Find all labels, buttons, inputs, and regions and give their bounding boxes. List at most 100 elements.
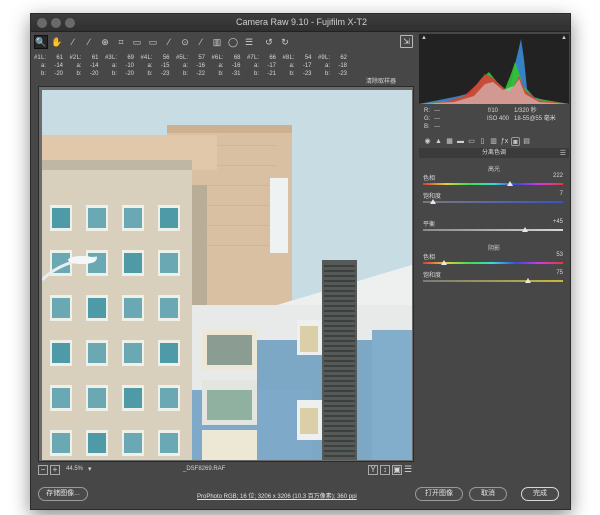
clear-samplers-button[interactable]: 清除取样器 <box>366 76 396 85</box>
sampler-label: #2 <box>69 55 77 61</box>
r-value: --- <box>434 108 440 114</box>
rotate-left-icon[interactable]: ↺ <box>262 35 276 49</box>
sampler-channel: L: <box>289 55 295 61</box>
rgb-readout: R: --- G: --- B: --- f/10 1/320 秒 ISO 40… <box>419 107 569 133</box>
sampler-label: #9 <box>318 55 325 61</box>
sampler-channel: b: <box>112 71 118 77</box>
zoom-icon[interactable]: 🔍 <box>34 35 48 49</box>
panel-menu-icon[interactable]: ☰ <box>560 149 566 157</box>
done-button[interactable]: 完成 <box>521 487 559 501</box>
sampler-channel: b: <box>147 71 153 77</box>
highlights-saturation-slider[interactable]: 饱和度 7 <box>423 191 563 207</box>
slider-value[interactable]: 222 <box>553 173 563 179</box>
panel-tab-icon[interactable]: ▲ <box>434 137 443 146</box>
slider-thumb[interactable] <box>429 199 436 204</box>
sampler-value: -20 <box>89 71 99 77</box>
export-icon: ⇲ <box>403 37 410 46</box>
before-after-icon[interactable]: Y <box>368 465 378 475</box>
slider-thumb[interactable] <box>525 278 531 283</box>
radial-filter-icon[interactable]: ◯ <box>226 35 240 49</box>
panel-tab-icon[interactable]: ▬ <box>456 137 465 146</box>
slider-track[interactable] <box>423 183 563 185</box>
sampler-label: #5 <box>176 55 183 61</box>
red-eye-icon[interactable]: ⊙ <box>178 35 192 49</box>
aperture: f/10 <box>488 108 499 114</box>
save-image-button[interactable]: 存储图像... <box>38 487 88 501</box>
workflow-options-link[interactable]: ProPhoto RGB; 16 位; 3206 x 3206 (10.3 百万… <box>197 491 357 500</box>
slider-value[interactable]: 53 <box>556 252 563 258</box>
slider-thumb[interactable] <box>521 227 528 232</box>
histogram: ▲ ▲ <box>419 34 569 104</box>
hand-icon[interactable]: ✋ <box>50 35 64 49</box>
toolbar: 🔍 ✋ ⁄ ⁄ ⊕ ⌗ ▭ ▭ ⁄ ⊙ ⁄ ▥ ◯ ☰ ↺ ↻ <box>34 35 420 50</box>
slider-track[interactable] <box>423 280 563 282</box>
panel-tab-icon[interactable]: ▤ <box>522 137 531 146</box>
zoom-dropdown-icon[interactable]: ▾ <box>88 465 92 473</box>
sampler-value: -20 <box>54 71 63 77</box>
slider-label: 色相 <box>423 255 436 261</box>
b-label: B: <box>424 124 430 130</box>
panel-tab-icon[interactable]: ◉ <box>423 137 432 146</box>
preferences-icon[interactable]: ☰ <box>242 35 256 49</box>
sampler-value: 68 <box>233 55 241 61</box>
slider-label: 平衡 <box>423 222 436 228</box>
crop-icon[interactable]: ⌗ <box>114 35 128 49</box>
shadows-hue-slider[interactable]: 色相 53 <box>423 252 563 268</box>
panel-tab-icon[interactable]: ▦ <box>445 137 454 146</box>
sampler-channel: L: <box>254 55 260 61</box>
sampler-channel: a: <box>218 63 224 69</box>
zoom-out-button[interactable]: − <box>38 465 48 475</box>
swap-settings-icon[interactable]: ↕ <box>380 465 390 475</box>
slider-value[interactable]: +45 <box>553 219 563 225</box>
panel-tab-icon[interactable]: ƒx <box>500 137 509 146</box>
toggle-settings-icon[interactable]: ☰ <box>404 465 412 474</box>
title-bar: Camera Raw 9.10 - Fujifilm X-T2 <box>31 14 570 32</box>
sampler-channel: a: <box>325 63 331 69</box>
slider-thumb[interactable] <box>441 260 447 265</box>
sampler-channel: L: <box>218 55 224 61</box>
sampler-channel: L: <box>41 55 47 61</box>
open-image-button[interactable]: 打开图像 <box>415 487 463 501</box>
highlights-hue-slider[interactable]: 色相 222 <box>423 173 563 189</box>
rotate-right-icon[interactable]: ↻ <box>278 35 292 49</box>
sampler-value: -21 <box>267 71 276 77</box>
cancel-button[interactable]: 取消 <box>469 487 507 501</box>
image-preview-area[interactable] <box>38 86 414 462</box>
color-sampler-icon[interactable]: ⁄ <box>82 35 96 49</box>
straighten-icon[interactable]: ▭ <box>130 35 144 49</box>
window-title: Camera Raw 9.10 - Fujifilm X-T2 <box>235 17 368 27</box>
panel-tab-icon[interactable]: ▯ <box>478 137 487 146</box>
balance-slider[interactable]: 平衡 +45 <box>423 219 563 235</box>
slider-track[interactable] <box>423 201 563 203</box>
shadows-heading: 阴影 <box>487 246 500 252</box>
sampler-value: 56 <box>162 55 170 61</box>
slider-track[interactable] <box>423 229 563 231</box>
sampler-value: -16 <box>196 63 205 69</box>
graduated-filter-icon[interactable]: ▥ <box>210 35 224 49</box>
zoom-level[interactable]: 44.5% <box>66 466 83 472</box>
targeted-adjustment-icon[interactable]: ⊕ <box>98 35 112 49</box>
adjustment-brush-icon[interactable]: ⁄ <box>194 35 208 49</box>
sampler-channel: a: <box>76 63 82 69</box>
g-value: --- <box>434 116 440 122</box>
slider-thumb[interactable] <box>506 181 513 186</box>
shutter-speed: 1/320 秒 <box>514 108 537 114</box>
sampler-value: -17 <box>302 63 312 69</box>
transform-icon[interactable]: ▭ <box>146 35 160 49</box>
panel-tab-icon[interactable]: ▥ <box>489 137 498 146</box>
shadow-clipping-icon[interactable]: ▲ <box>421 35 427 41</box>
panel-tab-icon[interactable]: ◙ <box>511 136 520 146</box>
shadows-saturation-slider[interactable]: 饱和度 75 <box>423 270 563 286</box>
panel-tab-icon[interactable]: ▭ <box>467 137 476 146</box>
highlight-clipping-icon[interactable]: ▲ <box>561 35 567 41</box>
copy-settings-icon[interactable]: ▣ <box>392 465 402 475</box>
slider-value[interactable]: 75 <box>556 270 563 276</box>
sampler-value: -23 <box>338 71 347 77</box>
export-button[interactable]: ⇲ <box>400 35 413 48</box>
zoom-in-button[interactable]: + <box>50 465 60 475</box>
sampler-readout: #1 L: 61 a: -14 b: -20 <box>34 54 74 90</box>
spot-removal-icon[interactable]: ⁄ <box>162 35 176 49</box>
sampler-channel: a: <box>183 63 189 69</box>
white-balance-icon[interactable]: ⁄ <box>66 35 80 49</box>
slider-value[interactable]: 7 <box>560 191 563 197</box>
